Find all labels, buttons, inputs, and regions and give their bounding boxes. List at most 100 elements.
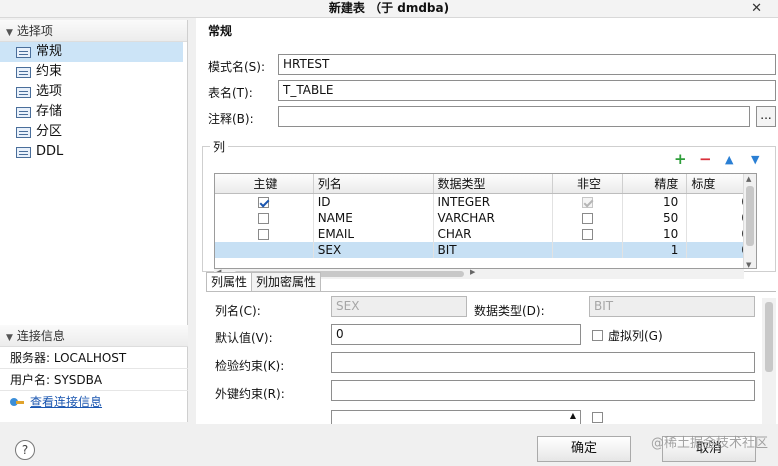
page-icon [16, 106, 31, 118]
sidebar-item-ddl[interactable]: DDL [0, 142, 187, 162]
name-cell[interactable]: EMAIL [313, 226, 434, 242]
sidebar-item-partition[interactable]: 分区 [0, 122, 187, 142]
page-icon [16, 86, 31, 98]
sidebar: ▼ 选择项 常规 约束 选项 存储 分区 DDL ▼ 连接信息 服务器: LOCAL… [0, 20, 188, 422]
chevron-down-icon[interactable]: ▲ [570, 411, 576, 420]
pk-checkbox[interactable] [257, 229, 269, 240]
name-cell[interactable]: SEX [313, 242, 434, 258]
comment-browse-button[interactable]: ... [756, 106, 776, 127]
colname-label: 列名(C): [215, 304, 261, 318]
sidebar-item-constraints[interactable]: 约束 [0, 62, 187, 82]
notnull-cell[interactable] [552, 226, 623, 242]
default-value-field[interactable]: 0 [331, 324, 581, 345]
pk-cell[interactable] [215, 242, 314, 258]
collapse-triangle-icon[interactable]: ▼ [6, 333, 13, 343]
datatype-label: 数据类型(D): [474, 304, 545, 318]
pk-cell[interactable] [215, 226, 314, 242]
comment-label: 注释(B): [208, 112, 254, 126]
column-header-notnull[interactable]: 非空 [552, 174, 623, 194]
property-tabs: 列属性 列加密属性 [206, 272, 322, 291]
scroll-right-icon[interactable]: ▶ [470, 268, 475, 276]
tab-column-properties[interactable]: 列属性 [206, 272, 253, 291]
close-icon[interactable]: ✕ [751, 0, 762, 17]
page-icon [16, 46, 31, 58]
move-up-icon[interactable]: ▲ [725, 152, 733, 167]
scroll-down-icon[interactable]: ▼ [746, 261, 751, 268]
scroll-up-icon[interactable]: ▲ [746, 175, 751, 183]
column-header-name[interactable]: 列名 [313, 174, 434, 194]
table-name-field[interactable]: T_TABLE [278, 80, 776, 101]
comment-field[interactable] [278, 106, 750, 127]
check-constraint-field[interactable] [331, 352, 755, 373]
virtual-column-checkbox[interactable] [592, 330, 603, 341]
view-connection-label: 查看连接信息 [30, 395, 103, 409]
column-header-precision[interactable]: 精度 [622, 174, 688, 194]
check-constraint-label: 检验约束(K): [215, 359, 285, 373]
schema-field[interactable]: HRTEST [278, 54, 776, 75]
sidebar-item-label: 常规 [36, 44, 63, 59]
table-name-label: 表名(T): [208, 86, 253, 100]
sidebar-item-general[interactable]: 常规 [0, 42, 183, 62]
precision-cell[interactable]: 10 [622, 226, 688, 242]
table-row-selected[interactable]: SEX BIT 1 0 [215, 242, 756, 258]
sidebar-item-label: DDL [36, 144, 64, 159]
notnull-cell[interactable] [552, 242, 623, 258]
precision-cell[interactable]: 10 [622, 193, 688, 210]
name-cell[interactable]: ID [313, 193, 434, 210]
tab-column-encryption[interactable]: 列加密属性 [251, 272, 322, 291]
sidebar-section-header[interactable]: ▼ 选择项 [0, 20, 187, 42]
connection-section-header[interactable]: ▼ 连接信息 [0, 325, 188, 347]
view-connection-link[interactable]: 查看连接信息 [10, 391, 188, 413]
page-icon [16, 66, 31, 78]
pk-cell[interactable] [215, 193, 314, 210]
scrollbar-thumb[interactable] [746, 186, 754, 246]
type-cell[interactable]: VARCHAR [433, 210, 554, 226]
table-row[interactable]: NAME VARCHAR 50 0 [215, 210, 756, 226]
add-column-icon[interactable]: + [674, 152, 687, 167]
window-title: 新建表 （于 dmdba) [328, 1, 450, 15]
watermark: @稀土掘金技术社区 [650, 436, 768, 451]
properties-vertical-scrollbar[interactable] [762, 298, 776, 424]
partially-visible-select[interactable]: ▲ [331, 410, 581, 424]
notnull-checkbox[interactable] [581, 213, 593, 224]
user-info: 用户名: SYSDBA [0, 369, 188, 391]
foreign-key-field[interactable] [331, 380, 755, 401]
partially-visible-checkbox[interactable] [592, 412, 603, 423]
default-label: 默认值(V): [215, 331, 273, 345]
help-button[interactable]: ? [15, 440, 35, 460]
move-down-icon[interactable]: ▼ [751, 152, 759, 167]
column-header-pk[interactable]: 主键 [215, 174, 314, 194]
connection-icon [10, 396, 24, 408]
panel-title: 常规 [208, 24, 233, 38]
server-info: 服务器: LOCALHOST [0, 347, 188, 369]
name-cell[interactable]: NAME [313, 210, 434, 226]
sidebar-item-options[interactable]: 选项 [0, 82, 187, 102]
connection-info: ▼ 连接信息 服务器: LOCALHOST 用户名: SYSDBA 查看连接信息 [0, 325, 188, 413]
schema-label: 模式名(S): [208, 60, 266, 74]
notnull-checkbox [581, 197, 593, 208]
column-header-type[interactable]: 数据类型 [433, 174, 554, 194]
type-cell[interactable]: CHAR [433, 226, 554, 242]
precision-cell[interactable]: 1 [622, 242, 688, 258]
notnull-cell[interactable] [552, 193, 623, 210]
collapse-triangle-icon[interactable]: ▼ [6, 28, 13, 38]
notnull-checkbox[interactable] [581, 229, 593, 240]
pk-checkbox[interactable] [257, 213, 269, 224]
sidebar-item-storage[interactable]: 存储 [0, 102, 187, 122]
table-row[interactable]: ID INTEGER 10 0 [215, 193, 756, 210]
sidebar-item-label: 约束 [36, 64, 63, 79]
columns-group-label: 列 [210, 138, 229, 155]
virtual-column-checkbox-row[interactable]: 虚拟列(G) [592, 327, 663, 344]
notnull-cell[interactable] [552, 210, 623, 226]
datatype-field: BIT [589, 296, 755, 317]
type-cell[interactable]: INTEGER [433, 193, 554, 210]
precision-cell[interactable]: 50 [622, 210, 688, 226]
scrollbar-thumb[interactable] [765, 302, 773, 372]
pk-cell[interactable] [215, 210, 314, 226]
ok-button[interactable]: 确定 [537, 436, 631, 462]
remove-column-icon[interactable]: − [699, 152, 712, 167]
pk-checkbox[interactable] [257, 197, 269, 208]
type-cell[interactable]: BIT [433, 242, 554, 258]
grid-vertical-scrollbar[interactable]: ▲ ▼ [743, 174, 756, 268]
table-row[interactable]: EMAIL CHAR 10 0 [215, 226, 756, 242]
